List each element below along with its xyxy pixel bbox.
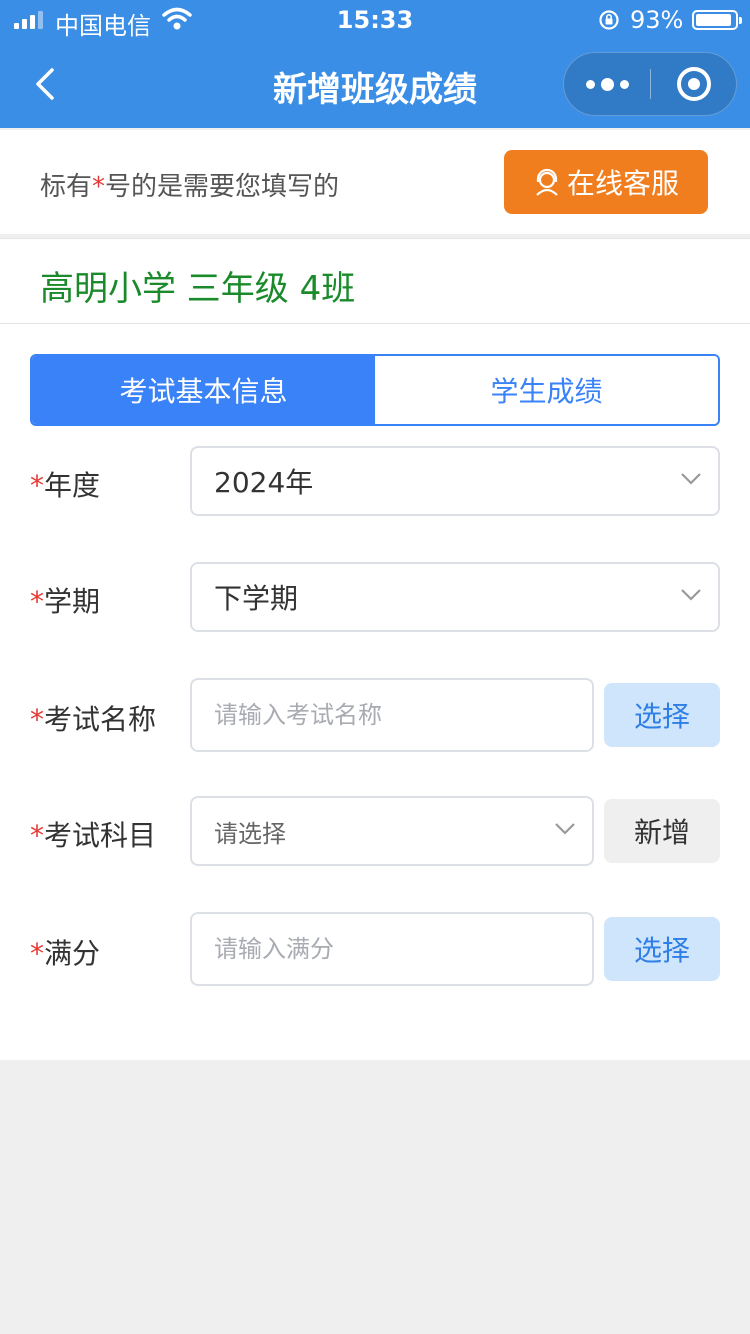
online-service-button[interactable]: 在线客服 xyxy=(504,150,708,214)
class-info-bar: 高明小学 三年级 4班 xyxy=(0,238,750,324)
school-class-name: 高明小学 三年级 4班 xyxy=(40,269,356,309)
required-notice: 标有*号的是需要您填写的 xyxy=(40,172,340,202)
subject-select[interactable]: 请选择 xyxy=(190,796,594,866)
chevron-down-icon xyxy=(681,589,701,601)
battery-fill xyxy=(696,14,732,26)
nav-bar: 新增班级成绩 xyxy=(0,40,750,128)
year-row: *年度 2024年 xyxy=(0,446,750,516)
year-select[interactable]: 2024年 xyxy=(190,446,720,516)
exam-name-input[interactable] xyxy=(214,701,592,729)
exam-name-select-button[interactable]: 选择 xyxy=(604,683,720,747)
subject-placeholder: 请选择 xyxy=(214,819,286,848)
close-circle-icon[interactable] xyxy=(651,53,737,115)
term-value: 下学期 xyxy=(214,582,299,615)
year-value: 2024年 xyxy=(214,466,314,499)
page: 中国电信 15:33 93% 新增班级成绩 标有*号的是需要您填写的 在线客服 … xyxy=(0,0,750,1334)
tab-student-scores[interactable]: 学生成绩 xyxy=(375,356,718,424)
exam-name-field[interactable] xyxy=(190,678,594,752)
mini-program-capsule xyxy=(563,52,737,116)
full-score-select-button[interactable]: 选择 xyxy=(604,917,720,981)
full-score-row: *满分 选择 xyxy=(0,912,750,986)
battery-percent: 93% xyxy=(630,6,684,34)
tab-exam-basic-info[interactable]: 考试基本信息 xyxy=(32,356,375,424)
tab-bar: 考试基本信息 学生成绩 xyxy=(30,354,720,426)
subject-row: *考试科目 请选择 新增 xyxy=(0,796,750,866)
term-select[interactable]: 下学期 xyxy=(190,562,720,632)
exam-name-row: *考试名称 选择 xyxy=(0,678,750,752)
subject-label: *考试科目 xyxy=(30,819,157,852)
chevron-down-icon xyxy=(681,473,701,485)
exam-name-label: *考试名称 xyxy=(30,703,157,736)
add-subject-button[interactable]: 新增 xyxy=(604,799,720,863)
orientation-lock-icon xyxy=(599,10,619,30)
header: 中国电信 15:33 93% 新增班级成绩 xyxy=(0,0,750,128)
full-score-field[interactable] xyxy=(190,912,594,986)
more-dots-icon[interactable] xyxy=(564,53,650,115)
term-row: *学期 下学期 xyxy=(0,562,750,632)
year-label: *年度 xyxy=(30,469,101,502)
full-score-input[interactable] xyxy=(214,935,592,963)
notice-bar: 标有*号的是需要您填写的 在线客服 xyxy=(0,130,750,234)
headset-icon xyxy=(536,168,558,196)
term-label: *学期 xyxy=(30,585,101,618)
full-score-label: *满分 xyxy=(30,937,101,970)
battery-icon xyxy=(692,10,742,30)
exam-form-card: 考试基本信息 学生成绩 *年度 2024年 *学期 下学期 *考试名称 选 xyxy=(0,324,750,1060)
status-bar: 中国电信 15:33 93% xyxy=(0,0,750,40)
online-service-label: 在线客服 xyxy=(566,167,679,200)
chevron-down-icon xyxy=(555,823,575,835)
